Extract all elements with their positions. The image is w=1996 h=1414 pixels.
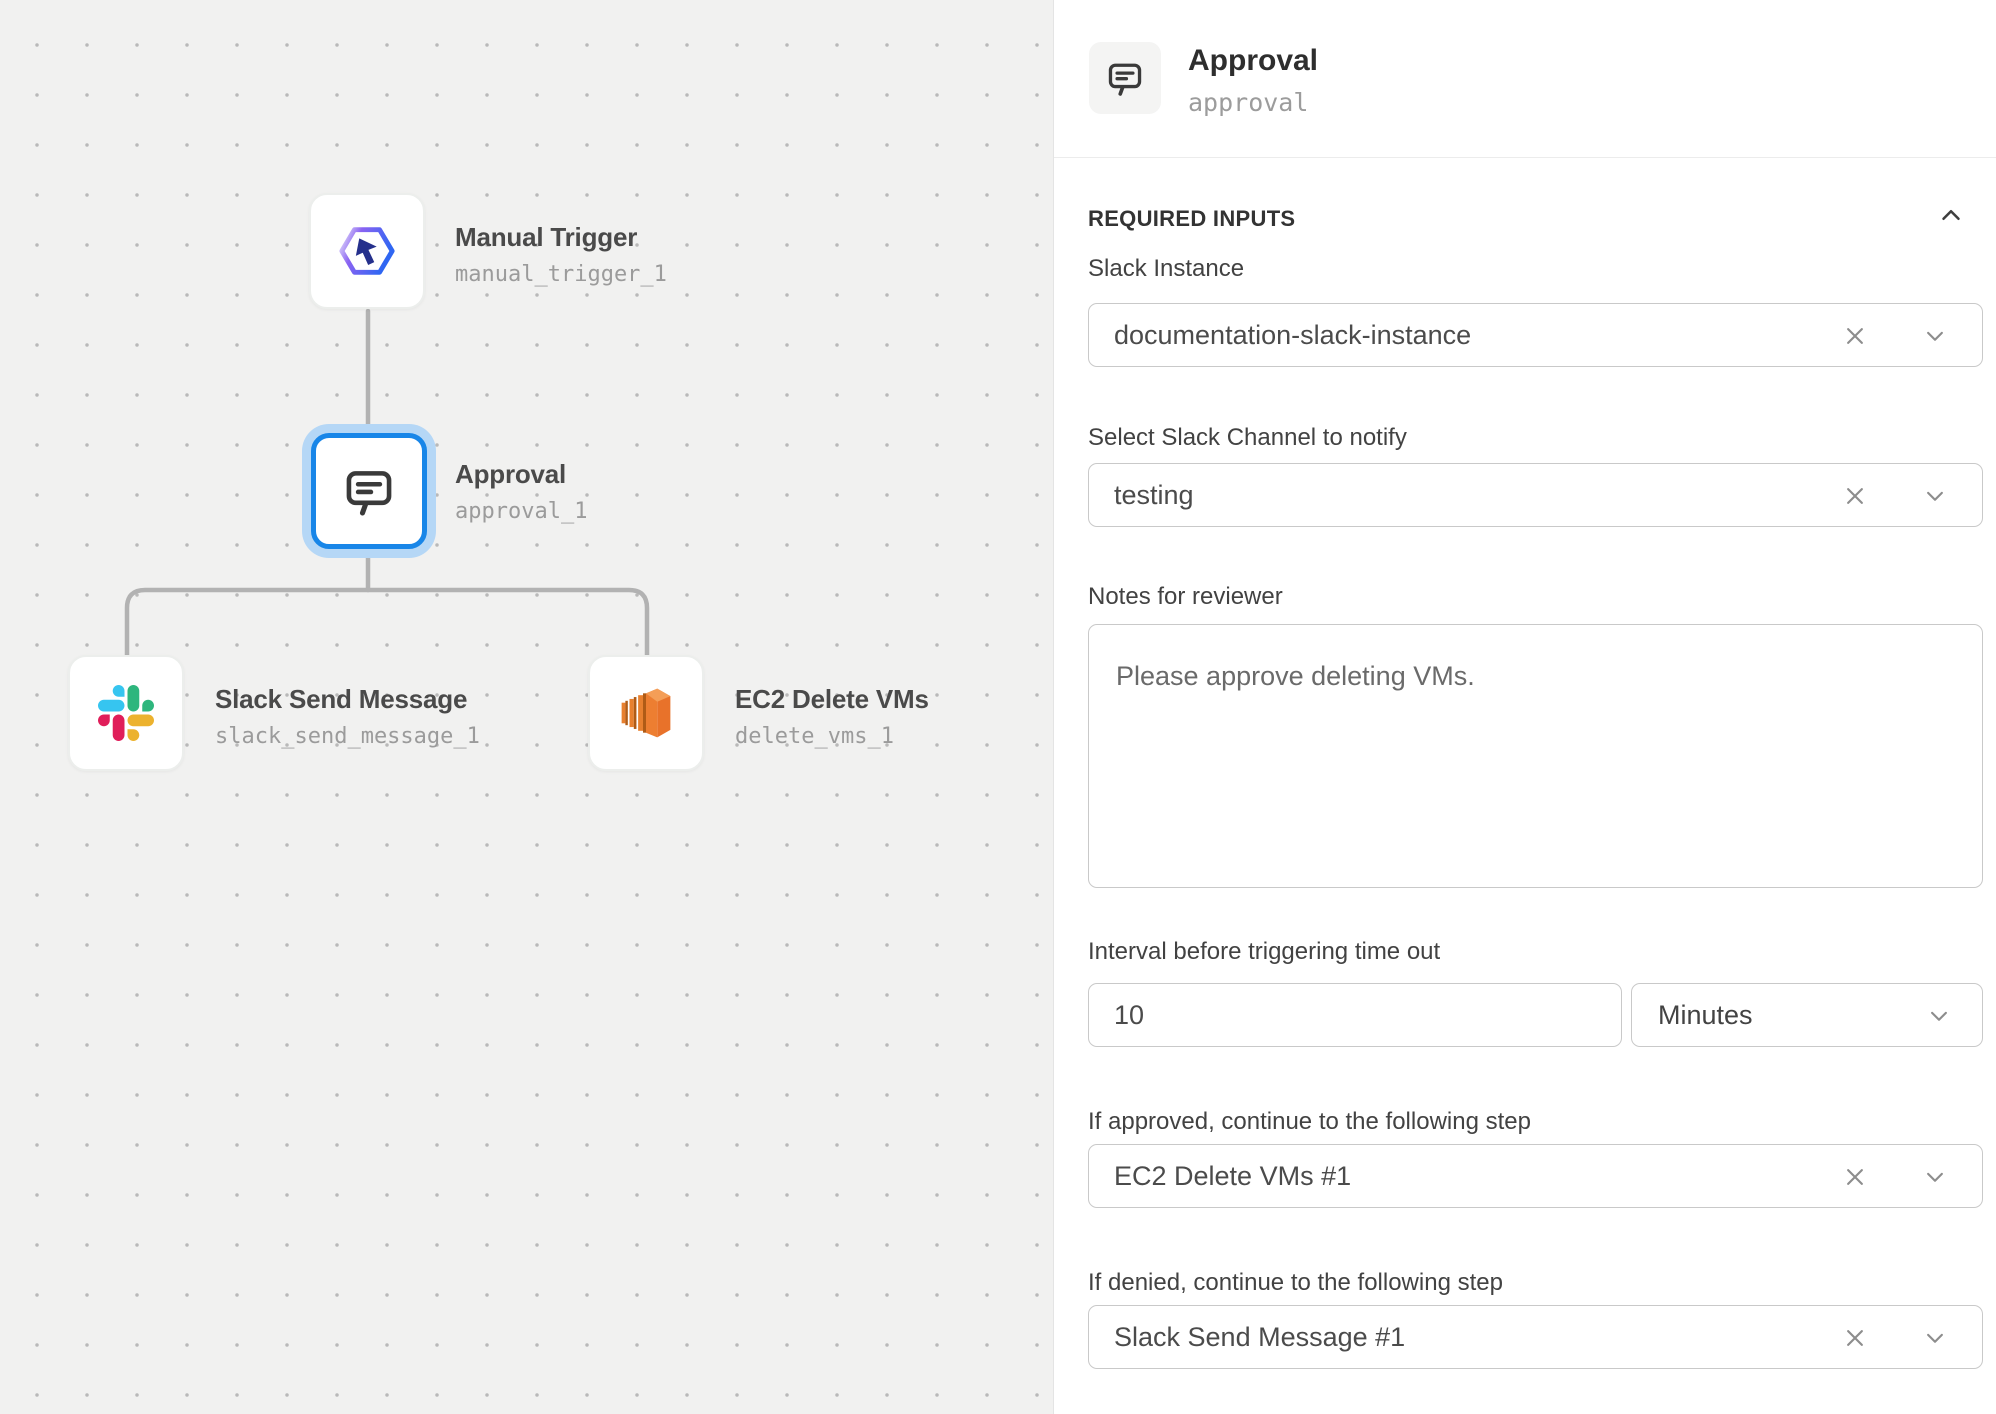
clear-button[interactable]: [1840, 1162, 1870, 1192]
node-title: Manual Trigger: [455, 222, 667, 253]
slack-instance-label: Slack Instance: [1088, 255, 1244, 283]
panel-step-subtitle: approval: [1188, 88, 1308, 117]
chevron-down-icon: [1920, 321, 1950, 351]
slack-channel-select[interactable]: [1088, 463, 1983, 527]
dropdown-button[interactable]: [1920, 321, 1950, 351]
node-ec2-delete-vms[interactable]: [588, 655, 704, 771]
node-label-manual-trigger: Manual Trigger manual_trigger_1: [455, 222, 667, 287]
chevron-down-icon: [1920, 481, 1950, 511]
x-icon: [1840, 1162, 1870, 1192]
panel-step-icon-box: [1089, 42, 1161, 114]
x-icon: [1840, 481, 1870, 511]
slack-icon: [98, 685, 154, 741]
node-subtitle: delete_vms_1: [735, 724, 929, 749]
node-title: Slack Send Message: [215, 684, 480, 715]
ec2-icon: [616, 683, 676, 743]
dropdown-button[interactable]: [1924, 1001, 1954, 1031]
node-label-slack-send-message: Slack Send Message slack_send_message_1: [215, 684, 480, 749]
node-label-approval: Approval approval_1: [455, 459, 587, 524]
node-label-ec2-delete-vms: EC2 Delete VMs delete_vms_1: [735, 684, 929, 749]
if-approved-select[interactable]: [1088, 1144, 1983, 1208]
interval-unit-value: Minutes: [1658, 1000, 1753, 1031]
if-denied-label: If denied, continue to the following ste…: [1088, 1269, 1503, 1297]
workflow-editor: Manual Trigger manual_trigger_1 Approval…: [0, 0, 1996, 1414]
interval-input[interactable]: [1089, 984, 1621, 1046]
node-title: EC2 Delete VMs: [735, 684, 929, 715]
slack-instance-select[interactable]: [1088, 303, 1983, 367]
workflow-canvas[interactable]: Manual Trigger manual_trigger_1 Approval…: [0, 0, 1053, 1414]
chevron-down-icon: [1924, 1001, 1954, 1031]
chevron-up-icon: [1936, 200, 1966, 230]
node-title: Approval: [455, 459, 587, 490]
clear-button[interactable]: [1840, 481, 1870, 511]
node-subtitle: approval_1: [455, 499, 587, 524]
slack-channel-label: Select Slack Channel to notify: [1088, 424, 1407, 452]
panel-step-title: Approval: [1188, 44, 1318, 78]
required-inputs-heading: REQUIRED INPUTS: [1088, 206, 1295, 232]
manual-trigger-icon: [336, 220, 398, 282]
node-slack-send-message[interactable]: [68, 655, 184, 771]
node-approval[interactable]: [311, 433, 427, 549]
approval-icon: [1104, 57, 1146, 99]
section-collapse-button[interactable]: [1936, 200, 1966, 230]
x-icon: [1840, 1323, 1870, 1353]
interval-label: Interval before triggering time out: [1088, 938, 1440, 966]
dropdown-button[interactable]: [1920, 1162, 1950, 1192]
interval-unit-select[interactable]: Minutes: [1631, 983, 1983, 1047]
dropdown-button[interactable]: [1920, 481, 1950, 511]
notes-textarea[interactable]: Please approve deleting VMs.: [1088, 624, 1983, 888]
dropdown-button[interactable]: [1920, 1323, 1950, 1353]
interval-value-box[interactable]: [1088, 983, 1622, 1047]
chevron-down-icon: [1920, 1323, 1950, 1353]
node-subtitle: slack_send_message_1: [215, 724, 480, 749]
notes-label: Notes for reviewer: [1088, 583, 1283, 611]
clear-button[interactable]: [1840, 321, 1870, 351]
chevron-down-icon: [1920, 1162, 1950, 1192]
clear-button[interactable]: [1840, 1323, 1870, 1353]
node-manual-trigger[interactable]: [309, 193, 425, 309]
x-icon: [1840, 321, 1870, 351]
if-approved-label: If approved, continue to the following s…: [1088, 1108, 1531, 1136]
approval-icon: [340, 462, 398, 520]
step-config-panel: Approval approval REQUIRED INPUTS Slack …: [1053, 0, 1996, 1414]
if-denied-select[interactable]: [1088, 1305, 1983, 1369]
node-subtitle: manual_trigger_1: [455, 262, 667, 287]
panel-header-divider: [1054, 157, 1996, 158]
